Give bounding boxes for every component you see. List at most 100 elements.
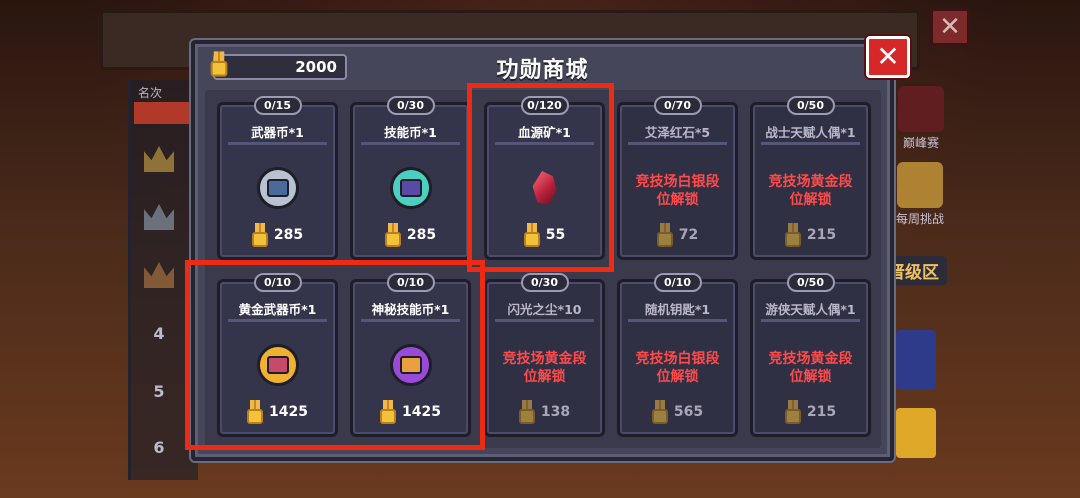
weekly-challenge-label: 每周挑战 [896, 212, 945, 226]
price-value: 55 [545, 227, 566, 243]
blood-ore-icon [522, 165, 568, 211]
rank-header: 名次 [138, 86, 163, 100]
peak-match-label: 巅峰赛 [902, 136, 939, 150]
price-value: 215 [806, 404, 837, 420]
stock-counter: 0/10 [386, 273, 435, 292]
price-value: 1425 [402, 404, 441, 420]
shop-item-card[interactable]: 0/10 随机钥匙*1 竞技场白银段 位解锁 565 [617, 273, 738, 437]
item-name: 战士天赋人偶*1 [765, 125, 856, 140]
unlock-requirement: 竞技场白银段 位解锁 [620, 350, 735, 386]
modal-header: 2000 功勋商城 ✕ [195, 36, 910, 92]
price-value: 1425 [269, 404, 308, 420]
item-name: 血源矿*1 [518, 125, 571, 140]
weekly-challenge-icon [897, 162, 943, 208]
merit-medal-icon [384, 223, 401, 247]
unlock-requirement-line1: 竞技场黄金段 [768, 174, 853, 190]
weapon-coin-icon [255, 165, 301, 211]
shop-item-card[interactable]: 0/10 神秘技能币*1 1425 [350, 273, 471, 437]
price-tag: 1425 [353, 400, 468, 424]
item-name: 随机钥匙*1 [644, 302, 711, 317]
shop-item-grid: 0/15 武器币*1 285 0/30 技能币*1 285 0/120 血源矿*1 55 0/70… [205, 90, 881, 448]
stock-counter: 0/30 [386, 96, 435, 115]
item-name: 游侠天赋人偶*1 [765, 302, 856, 317]
shop-item-card[interactable]: 0/120 血源矿*1 55 [484, 96, 605, 260]
item-name: 黄金武器币*1 [238, 302, 317, 317]
card-divider [495, 142, 594, 145]
stock-counter: 0/10 [253, 273, 302, 292]
background-yellow-panel [896, 408, 936, 458]
merit-medal-icon [784, 400, 801, 424]
price-tag: 285 [353, 223, 468, 247]
card-divider [761, 319, 860, 322]
unlock-requirement-line1: 竞技场白银段 [635, 351, 720, 367]
price-value: 215 [806, 227, 837, 243]
card-divider [361, 319, 460, 322]
unlock-requirement-line2: 位解锁 [789, 369, 832, 385]
item-name: 神秘技能币*1 [371, 302, 450, 317]
shop-item-card[interactable]: 0/70 艾泽红石*5 竞技场白银段 位解锁 72 [617, 96, 738, 260]
shop-item-card[interactable]: 0/50 游侠天赋人偶*1 竞技场黄金段 位解锁 215 [750, 273, 871, 437]
price-value: 285 [406, 227, 437, 243]
stock-counter: 0/10 [653, 273, 702, 292]
price-tag: 285 [220, 223, 335, 247]
merit-medal-icon [380, 400, 397, 424]
card-divider [228, 142, 327, 145]
price-tag: 565 [620, 400, 735, 424]
shop-item-card[interactable]: 0/30 技能币*1 285 [350, 96, 471, 260]
price-tag: 215 [753, 223, 868, 247]
peak-match-icon [898, 86, 944, 132]
price-value: 72 [678, 227, 699, 243]
rank-6: 6 [153, 437, 165, 457]
stock-counter: 0/120 [520, 96, 569, 115]
background-close-button: ✕ [930, 8, 970, 46]
stock-counter: 0/70 [653, 96, 702, 115]
background-blue-panel [896, 330, 936, 390]
rank-4: 4 [153, 323, 165, 343]
price-value: 285 [273, 227, 304, 243]
rank-2-crown-icon [142, 200, 176, 234]
card-divider [228, 319, 327, 322]
price-tag: 55 [487, 223, 602, 247]
skill-coin-icon [388, 165, 434, 211]
price-value: 138 [540, 404, 571, 420]
merit-medal-icon [251, 223, 268, 247]
item-name: 闪光之尘*10 [507, 302, 582, 317]
modal-title: 功勋商城 [496, 58, 589, 83]
item-name: 武器币*1 [251, 125, 304, 140]
unlock-requirement: 竞技场黄金段 位解锁 [487, 350, 602, 386]
shop-item-card[interactable]: 0/30 闪光之尘*10 竞技场黄金段 位解锁 138 [484, 273, 605, 437]
stock-counter: 0/30 [520, 273, 569, 292]
merit-medal-icon [784, 223, 801, 247]
stock-counter: 0/50 [786, 96, 835, 115]
shop-item-card[interactable]: 0/15 武器币*1 285 [217, 96, 338, 260]
merit-medal-icon [518, 400, 535, 424]
merit-shop-modal: 2000 功勋商城 ✕ 0/15 武器币*1 285 0/30 技能币*1 285 0/12… [191, 36, 910, 461]
card-divider [495, 319, 594, 322]
close-button[interactable]: ✕ [866, 36, 910, 78]
merit-medal-icon [656, 223, 673, 247]
item-name: 艾泽红石*5 [644, 125, 711, 140]
shop-item-card[interactable]: 0/10 黄金武器币*1 1425 [217, 273, 338, 437]
shop-item-card[interactable]: 0/50 战士天赋人偶*1 竞技场黄金段 位解锁 215 [750, 96, 871, 260]
rank-3-crown-icon [142, 258, 176, 292]
weekly-challenge-button: 每周挑战 [896, 162, 944, 227]
stock-counter: 0/50 [786, 273, 835, 292]
unlock-requirement-line2: 位解锁 [789, 192, 832, 208]
card-divider [628, 142, 727, 145]
merit-medal-icon [523, 223, 540, 247]
rank-5: 5 [153, 381, 165, 401]
unlock-requirement-line2: 位解锁 [523, 369, 566, 385]
price-tag: 72 [620, 223, 735, 247]
unlock-requirement-line1: 竞技场黄金段 [768, 351, 853, 367]
merit-medal-icon [247, 400, 264, 424]
rank-highlight-bar [134, 102, 194, 124]
card-divider [761, 142, 860, 145]
unlock-requirement-line2: 位解锁 [656, 192, 699, 208]
unlock-requirement: 竞技场黄金段 位解锁 [753, 173, 868, 209]
price-tag: 1425 [220, 400, 335, 424]
card-divider [628, 319, 727, 322]
price-tag: 138 [487, 400, 602, 424]
unlock-requirement: 竞技场黄金段 位解锁 [753, 350, 868, 386]
unlock-requirement-line1: 竞技场白银段 [635, 174, 720, 190]
mystery-skill-coin-icon [388, 342, 434, 388]
